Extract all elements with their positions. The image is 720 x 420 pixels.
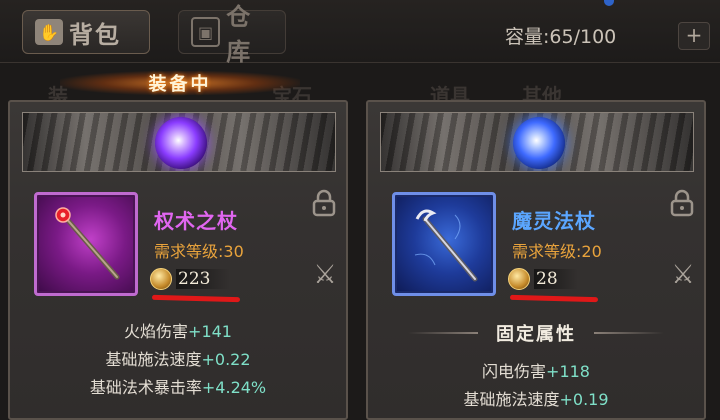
item-name: 权术之杖	[154, 209, 238, 233]
backpack-icon: ✋	[35, 19, 63, 45]
gear-score: 223	[150, 268, 231, 290]
staff-item-icon[interactable]	[34, 192, 138, 296]
staff-item-icon[interactable]	[392, 192, 496, 296]
stat-line: 基础施法速度+0.22	[105, 350, 251, 369]
red-underline-annotation	[509, 294, 599, 303]
lock-icon[interactable]	[668, 188, 696, 218]
item-name: 魔灵法杖	[512, 209, 596, 233]
storage-icon: ▣	[191, 17, 221, 47]
staff-icon	[414, 209, 478, 282]
expand-capacity-button[interactable]: +	[678, 22, 710, 50]
stat-line: 闪电伤害+118	[482, 362, 590, 381]
stat-line: 基础施法速度+0.19	[463, 390, 609, 409]
crossed-swords-icon: ⚔	[313, 260, 337, 290]
crossed-swords-icon: ⚔	[671, 260, 695, 290]
stat-line: 基础法术暴击率+4.24%	[89, 378, 267, 397]
equipped-header: 装备中	[0, 65, 360, 99]
level-requirement: 需求等级:30	[154, 242, 244, 261]
gear-score: 28	[508, 268, 578, 290]
tab-backpack-label: 背包	[69, 20, 121, 49]
blue-orb-icon	[513, 117, 565, 169]
gear-score-icon	[150, 268, 172, 290]
panel-banner	[380, 112, 694, 172]
section-divider	[594, 332, 664, 334]
equipped-item-panel: 权术之杖 需求等级:30 223 ⚔ 火焰伤害+141 基础施法速度+0.22 …	[8, 100, 348, 420]
gear-score-value: 28	[534, 269, 578, 289]
red-underline-annotation	[151, 294, 241, 303]
compare-item-panel: 魔灵法杖 需求等级:20 28 ⚔ 固定属性 闪电伤害+118 基础施法速度+0…	[366, 100, 706, 420]
capacity-text: 容量:65/100	[505, 26, 617, 48]
panel-banner	[22, 112, 336, 172]
stat-line: 火焰伤害+141	[124, 322, 232, 341]
top-bar: ✋ 背包 ▣ 仓库 容量:65/100 +	[0, 0, 720, 66]
staff-icon	[55, 207, 120, 280]
gear-score-value: 223	[176, 269, 231, 289]
equipped-label: 装备中	[148, 74, 212, 95]
lock-icon[interactable]	[310, 188, 338, 218]
notification-indicator	[604, 0, 614, 6]
level-requirement: 需求等级:20	[512, 242, 602, 261]
tab-backpack[interactable]: ✋ 背包	[22, 10, 150, 54]
tab-storage-label: 仓库	[226, 3, 253, 66]
gear-score-icon	[508, 268, 530, 290]
tab-storage[interactable]: ▣ 仓库	[178, 3, 286, 66]
purple-orb-icon	[155, 117, 207, 169]
